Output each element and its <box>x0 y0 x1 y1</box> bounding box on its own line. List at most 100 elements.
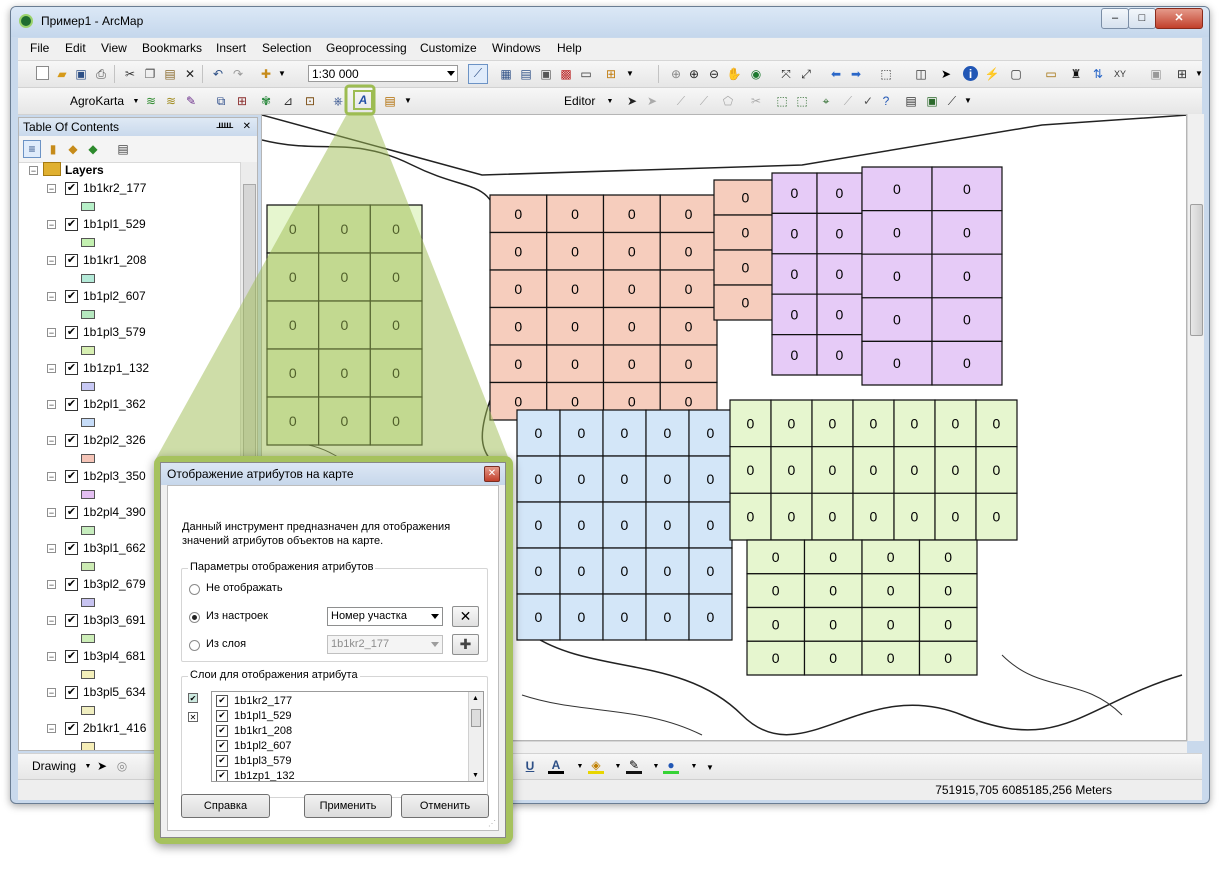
back-extent-icon[interactable]: ⬅ <box>828 66 844 82</box>
menu-customize[interactable]: Customize <box>420 41 477 55</box>
layer-visibility-checkbox[interactable]: ✔ <box>65 182 78 195</box>
item-checkbox[interactable]: ✔ <box>216 740 228 753</box>
edit-help-icon[interactable]: ? <box>878 93 894 109</box>
checklist-item[interactable]: ✔ 1b1pl1_529 <box>216 709 292 724</box>
collapse-icon[interactable]: − <box>47 508 56 518</box>
map-vertical-scrollbar[interactable] <box>1187 114 1204 741</box>
toc-layer-item[interactable]: − ✔ 1b2pl1_362 <box>19 396 239 432</box>
fill-color-dropdown-icon[interactable]: ▼ <box>610 759 626 775</box>
menu-bookmarks[interactable]: Bookmarks <box>142 41 202 55</box>
layer-visibility-checkbox[interactable]: ✔ <box>65 398 78 411</box>
map-scale-combo[interactable]: 1:30 000 <box>308 65 458 82</box>
editor-menu[interactable]: Editor <box>564 94 595 108</box>
toc-options-icon[interactable]: ▤ <box>115 141 131 157</box>
line-color-dropdown-icon[interactable]: ▼ <box>648 759 664 775</box>
fixed-zoom-in-icon[interactable]: ⤧ <box>778 66 794 82</box>
layers-green-icon[interactable]: ≋ <box>143 93 159 109</box>
editor-toolbar-icon[interactable]: ⟋ <box>468 64 488 84</box>
collapse-icon[interactable]: − <box>47 184 56 194</box>
reshape-edge-icon[interactable]: ✓ <box>860 93 876 109</box>
area-icon[interactable]: ⊿ <box>280 93 296 109</box>
menu-file[interactable]: File <box>30 41 49 55</box>
collapse-icon[interactable]: − <box>47 724 56 734</box>
layer-visibility-checkbox[interactable]: ✔ <box>65 254 78 267</box>
attribute-display-icon[interactable]: A <box>353 90 373 110</box>
toolbar-overflow-icon[interactable]: ▼ <box>960 93 976 109</box>
attributes-icon[interactable]: ⧉ <box>213 93 229 109</box>
item-checkbox[interactable]: ✔ <box>216 695 228 708</box>
find-route-icon[interactable]: ⇅ <box>1090 66 1106 82</box>
open-folder-icon[interactable]: ▰ <box>54 66 70 82</box>
toc-layer-item[interactable]: − ✔ 1b1kr1_208 <box>19 252 239 288</box>
menu-help[interactable]: Help <box>557 41 582 55</box>
layer-visibility-checkbox[interactable]: ✔ <box>65 218 78 231</box>
scroll-up-icon[interactable]: ▲ <box>472 695 479 702</box>
attributes-window-icon[interactable]: ▤ <box>903 93 919 109</box>
layer-visibility-checkbox[interactable]: ✔ <box>65 362 78 375</box>
layer-visibility-checkbox[interactable]: ✔ <box>65 506 78 519</box>
collapse-icon[interactable]: − <box>47 220 56 230</box>
layer-visibility-checkbox[interactable]: ✔ <box>65 434 78 447</box>
toc-layer-item[interactable]: − ✔ 1b1kr2_177 <box>19 180 239 216</box>
agrokarta-dropdown-icon[interactable]: ▼ <box>128 94 144 110</box>
edit-vertices-icon[interactable]: ⬚ <box>774 93 790 109</box>
collapse-icon[interactable]: − <box>47 544 56 554</box>
collapse-icon[interactable]: − <box>47 292 56 302</box>
paste-icon[interactable]: ▤ <box>162 66 178 82</box>
add-data-icon[interactable]: ✚ <box>258 66 274 82</box>
item-checkbox[interactable]: ✔ <box>216 710 228 723</box>
redo-icon[interactable]: ↷ <box>230 66 246 82</box>
layer-visibility-checkbox[interactable]: ✔ <box>65 542 78 555</box>
layers-checklist[interactable]: ✔ 1b1kr2_177 ✔ 1b1pl1_529 ✔ 1b1kr1_208 ✔ 1b1pl2… <box>211 691 484 782</box>
radio-none-label[interactable]: Не отображать <box>206 582 283 594</box>
select-pointer-icon[interactable]: ➤ <box>94 758 110 774</box>
go-to-xy-icon[interactable]: XY <box>1112 66 1128 82</box>
layer-visibility-checkbox[interactable]: ✔ <box>65 686 78 699</box>
layer-visibility-checkbox[interactable]: ✔ <box>65 650 78 663</box>
magnifier-window-icon[interactable]: ⊞ <box>1174 66 1190 82</box>
layers-yellow-icon[interactable]: ≋ <box>163 93 179 109</box>
collapse-icon[interactable]: − <box>47 436 56 446</box>
table-of-contents-icon[interactable]: ▦ <box>498 66 514 82</box>
toolbar-overflow-icon[interactable]: ▼ <box>400 93 416 109</box>
layer-visibility-checkbox[interactable]: ✔ <box>65 578 78 591</box>
add-data-dropdown-icon[interactable]: ▼ <box>274 66 290 82</box>
collapse-icon[interactable]: − <box>47 580 56 590</box>
find-icon[interactable]: ♜ <box>1068 66 1084 82</box>
agrokarta-menu[interactable]: AgroKarta <box>70 94 124 108</box>
toolbar-overflow-icon[interactable]: ▼ <box>1191 66 1207 82</box>
editor-dropdown-icon[interactable]: ▼ <box>602 94 618 110</box>
time-slider-icon[interactable]: ▣ <box>1148 66 1164 82</box>
settings-attribute-select[interactable]: Номер участка <box>327 607 443 626</box>
menu-geoprocessing[interactable]: Geoprocessing <box>326 41 407 55</box>
report-icon[interactable]: ▤ <box>382 93 398 109</box>
layer-visibility-checkbox[interactable]: ✔ <box>65 470 78 483</box>
vertex-icon[interactable]: ⟋ <box>696 93 712 109</box>
collapse-icon[interactable]: − <box>47 688 56 698</box>
map-vscroll-thumb[interactable] <box>1190 204 1203 336</box>
minimize-button[interactable]: – <box>1101 8 1129 29</box>
uncheck-all-icon[interactable]: ✕ <box>188 712 198 722</box>
check-all-icon[interactable]: ✔ <box>188 693 198 703</box>
marker-color-dropdown-icon[interactable]: ▼ <box>686 759 702 775</box>
label-tool-icon[interactable]: ⎈ <box>330 93 346 109</box>
add-button[interactable]: ✚ <box>452 634 479 655</box>
layer-visibility-checkbox[interactable]: ✔ <box>65 326 78 339</box>
menu-insert[interactable]: Insert <box>216 41 246 55</box>
radio-from-layer[interactable] <box>189 640 200 651</box>
undo-icon[interactable]: ↶ <box>210 66 226 82</box>
collapse-icon[interactable]: − <box>47 400 56 410</box>
clear-selection-icon[interactable]: ◫ <box>913 66 929 82</box>
layer-visibility-checkbox[interactable]: ✔ <box>65 290 78 303</box>
collapse-icon[interactable]: − <box>29 166 38 176</box>
forward-extent-icon[interactable]: ➡ <box>848 66 864 82</box>
help-button[interactable]: Справка <box>181 794 270 818</box>
underline-icon[interactable]: U <box>522 758 538 774</box>
dialog-close-button[interactable]: ✕ <box>484 466 500 482</box>
toc-layer-item[interactable]: − ✔ 1b1zp1_132 <box>19 360 239 396</box>
sketch-properties-icon[interactable]: ▣ <box>924 93 940 109</box>
layer-visibility-checkbox[interactable]: ✔ <box>65 614 78 627</box>
zoom-out-icon[interactable]: ⊖ <box>706 66 722 82</box>
edit-annotation-icon[interactable]: ➤ <box>644 93 660 109</box>
collapse-icon[interactable]: − <box>47 616 56 626</box>
